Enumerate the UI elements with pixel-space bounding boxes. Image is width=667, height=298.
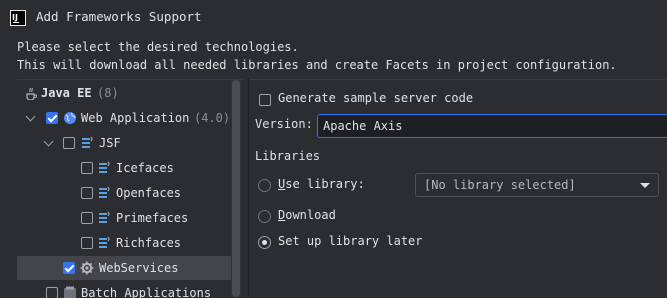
tree-item-label: WebServices <box>99 261 179 275</box>
version-label: Version: <box>255 117 313 131</box>
tree-item-jsf[interactable]: JSF <box>17 131 231 155</box>
tree-item-label: Batch Applications <box>81 286 212 298</box>
batch-icon <box>64 286 76 298</box>
tree-group-label: Java EE <box>41 86 92 100</box>
batch-applications-checkbox[interactable] <box>46 287 58 298</box>
use-library-radio[interactable] <box>258 179 271 192</box>
tree-item-label: Openfaces <box>116 186 182 200</box>
tree-item-webservices[interactable]: WebServices <box>17 256 231 280</box>
richfaces-checkbox[interactable] <box>81 237 93 249</box>
jsf-icon <box>99 186 110 198</box>
download-radio[interactable] <box>258 210 271 223</box>
gear-icon <box>80 261 94 275</box>
instruction-line-2: This will download all needed libraries … <box>17 58 617 72</box>
tree-item-icefaces[interactable]: Icefaces <box>17 156 231 180</box>
jsf-checkbox[interactable] <box>63 137 75 149</box>
tree-item-label: Richfaces <box>116 236 182 250</box>
java-cup-icon <box>26 87 37 100</box>
frameworks-tree: Java EE (8) Web Application (4.0) JSF Ic… <box>17 79 243 298</box>
dropdown-arrow-icon <box>640 183 650 188</box>
tree-item-label: Icefaces <box>116 161 174 175</box>
chevron-down-icon[interactable] <box>43 136 54 147</box>
tree-item-label: Primefaces <box>116 211 189 225</box>
tree-item-openfaces[interactable]: Openfaces <box>17 181 231 205</box>
tree-item-richfaces[interactable]: Richfaces <box>17 231 231 255</box>
chevron-down-icon[interactable] <box>25 111 36 122</box>
tree-item-version: (4.0) <box>194 111 231 125</box>
jsf-icon <box>99 161 110 173</box>
tree-group-java-ee[interactable]: Java EE (8) <box>17 81 231 105</box>
instruction-line-1: Please select the desired technologies. <box>17 40 299 54</box>
library-select[interactable]: [No library selected] <box>415 173 659 197</box>
generate-sample-label[interactable]: Generate sample server code <box>278 91 473 105</box>
setup-later-label[interactable]: Set up library later <box>278 234 423 248</box>
jsf-icon <box>99 236 110 248</box>
webservices-checkbox[interactable] <box>63 262 75 274</box>
tree-item-label: Web Application <box>81 111 190 125</box>
openfaces-checkbox[interactable] <box>81 187 93 199</box>
download-label[interactable]: Download <box>278 208 336 222</box>
icefaces-checkbox[interactable] <box>81 162 93 174</box>
library-select-value: [No library selected] <box>424 178 576 192</box>
tree-scrollbar-thumb[interactable] <box>232 80 240 297</box>
setup-later-radio[interactable] <box>258 236 271 249</box>
tree-group-count: (8) <box>97 86 119 100</box>
generate-sample-checkbox[interactable] <box>259 94 271 106</box>
tree-item-label: JSF <box>99 136 121 150</box>
version-combobox[interactable]: Apache Axis <box>317 114 667 138</box>
tree-item-web-application[interactable]: Web Application (4.0) <box>17 106 231 130</box>
jsf-icon <box>99 211 110 223</box>
globe-icon <box>64 112 76 124</box>
web-application-checkbox[interactable] <box>46 112 58 124</box>
dialog-title: Add Frameworks Support <box>36 9 202 24</box>
tree-item-batch-applications[interactable]: Batch Applications <box>17 281 231 298</box>
jsf-icon <box>82 136 93 148</box>
use-library-label[interactable]: Use library: <box>278 177 365 191</box>
tree-item-primefaces[interactable]: Primefaces <box>17 206 231 230</box>
primefaces-checkbox[interactable] <box>81 212 93 224</box>
intellij-app-icon: IJ <box>10 10 26 26</box>
libraries-heading: Libraries <box>255 149 321 163</box>
